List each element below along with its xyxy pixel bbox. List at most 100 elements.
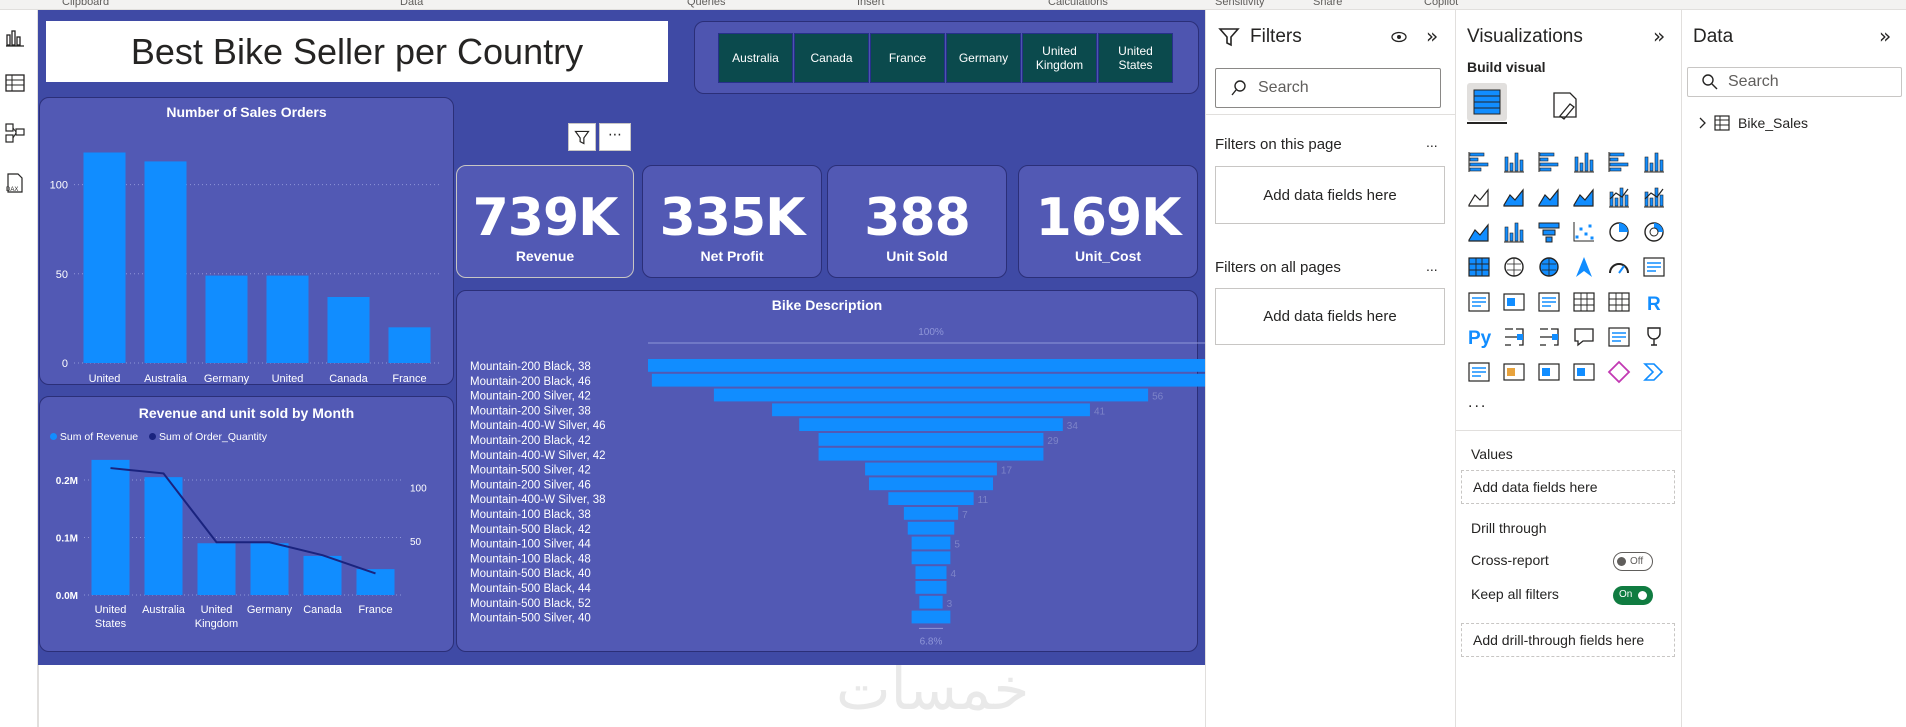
model-view-icon[interactable] [4,122,26,144]
clustered-column-icon[interactable] [1574,152,1594,173]
filters-all-pages-drop-zone[interactable]: Add data fields here [1215,288,1445,345]
bar[interactable] [83,152,126,363]
ribbon-group-data[interactable]: Data [400,0,423,8]
bar[interactable] [205,275,248,363]
table-icon[interactable] [1573,292,1595,312]
clustered-bar-icon[interactable] [1538,152,1559,172]
ribbon-group-insert[interactable]: Insert [857,0,885,8]
slicer-item-australia[interactable]: Australia [718,33,793,83]
slicer-icon[interactable] [1538,292,1560,312]
bar[interactable] [388,327,431,363]
eye-icon[interactable] [1390,28,1408,46]
stacked-bar-icon[interactable] [1468,152,1489,172]
filters-search-input[interactable]: Search [1215,68,1441,108]
bar[interactable] [91,459,130,595]
waterfall-icon[interactable] [1504,222,1524,243]
line-chart-icon[interactable] [1468,188,1489,207]
pie-chart-icon[interactable] [1609,222,1629,242]
slicer-item-united-states[interactable]: United States [1098,33,1173,83]
slicer-item-germany[interactable]: Germany [946,33,1021,83]
table-bike-sales[interactable]: Bike_Sales [1698,113,1878,135]
card-icon[interactable] [1643,257,1665,277]
format-visual-icon[interactable] [1551,90,1581,120]
line-clustered-icon[interactable] [1644,187,1664,208]
kpi-card-unit-cost[interactable]: 169K Unit_Cost [1018,165,1198,278]
azure-map-icon[interactable] [1576,257,1592,277]
bar[interactable] [250,543,289,595]
keep-filters-toggle[interactable]: On [1613,586,1653,605]
decomposition-tree-icon[interactable] [1540,328,1559,346]
ribbon-group-queries[interactable]: Queries [687,0,726,8]
diamond-icon[interactable] [1607,360,1631,384]
ribbon-group-sensitivity[interactable]: Sensitivity [1215,0,1265,8]
slicer-item-united-kingdom[interactable]: United Kingdom [1022,33,1097,83]
kpi-icon[interactable] [1503,293,1525,311]
treemap-icon[interactable] [1468,257,1490,277]
gauge-icon[interactable] [1609,263,1629,274]
python-visual-icon[interactable]: Py [1468,328,1492,349]
power-apps-icon[interactable] [1503,363,1525,381]
qna-icon[interactable] [1574,328,1594,347]
filters-on-page-more[interactable]: ... [1426,134,1438,150]
x-tick-label: United [95,604,127,616]
visual-filter-button[interactable] [568,123,596,151]
power-automate-icon[interactable] [1538,363,1560,381]
multi-card-icon[interactable] [1468,292,1490,312]
data-search-input[interactable]: Search [1687,67,1902,97]
bar[interactable] [144,161,187,363]
filters-on-page-drop-zone[interactable]: Add data fields here [1215,166,1445,224]
narrative-icon[interactable] [1608,327,1630,347]
100-bar-icon[interactable] [1608,152,1629,172]
ribbon-group-share[interactable]: Share [1313,0,1342,8]
drill-through-drop-zone[interactable]: Add drill-through fields here [1461,623,1675,657]
kpi-card-net-profit[interactable]: 335K Net Profit [642,165,822,278]
table-view-icon[interactable] [4,72,26,94]
bar[interactable] [197,543,236,595]
values-drop-zone[interactable]: Add data fields here [1461,470,1675,504]
revenue-units-chart[interactable]: Revenue and unit sold by Month Sum of Re… [39,396,454,652]
slicer-item-canada[interactable]: Canada [794,33,869,83]
cross-report-toggle[interactable]: Off [1613,552,1653,571]
bar[interactable] [144,477,183,595]
bar[interactable] [327,296,370,363]
bike-description-funnel[interactable]: Bike Description [456,290,1198,652]
100-area-icon[interactable] [1573,188,1594,207]
ribbon-group-clipboard[interactable]: Clipboard [62,0,109,8]
bar[interactable] [303,555,342,595]
stacked-column-icon[interactable] [1504,152,1524,173]
report-view-icon[interactable] [4,26,26,48]
slicer-item-france[interactable]: France [870,33,945,83]
100-column-icon[interactable] [1644,152,1664,173]
more-visuals[interactable]: ... [1468,394,1487,412]
paginated-report-icon[interactable] [1468,362,1490,382]
key-influencers-icon[interactable] [1505,328,1524,346]
dax-query-view-icon[interactable]: DAX [4,172,26,194]
matrix-icon[interactable] [1608,292,1630,312]
smart-narrative-icon[interactable] [1573,363,1595,381]
filled-map-icon[interactable] [1539,257,1559,277]
filters-all-pages-more[interactable]: ... [1426,258,1438,274]
map-icon[interactable] [1504,257,1524,277]
stacked-area-icon[interactable] [1538,188,1559,207]
collapse-data-icon[interactable]: » [1879,24,1891,48]
kpi-card-unit-sold[interactable]: 388 Unit Sold [827,165,1007,278]
line-column-icon[interactable] [1609,187,1629,208]
metrics-icon[interactable] [1647,327,1661,346]
chevron-icon[interactable] [1643,363,1664,381]
kpi-card-revenue[interactable]: 739K Revenue [456,165,634,278]
bar[interactable] [266,275,309,363]
r-visual-icon[interactable]: R [1647,294,1661,315]
ribbon-chart-icon[interactable] [1468,223,1489,242]
ribbon-group-copilot[interactable]: Copilot [1424,0,1458,8]
funnel-icon[interactable] [1538,222,1560,243]
ribbon-group-calculations[interactable]: Calculations [1048,0,1108,8]
sales-orders-chart[interactable]: Number of Sales Orders 100500UnitedState… [39,97,454,399]
kpi-label: Unit Sold [886,248,948,264]
collapse-visualizations-icon[interactable]: » [1653,24,1665,48]
area-chart-icon[interactable] [1503,188,1524,207]
donut-chart-icon[interactable] [1644,222,1664,242]
collapse-filters-icon[interactable]: » [1426,24,1438,48]
scatter-icon[interactable] [1573,222,1594,242]
visual-more-options-button[interactable]: ⋯ [599,123,631,151]
build-visual-tab[interactable] [1467,83,1507,121]
